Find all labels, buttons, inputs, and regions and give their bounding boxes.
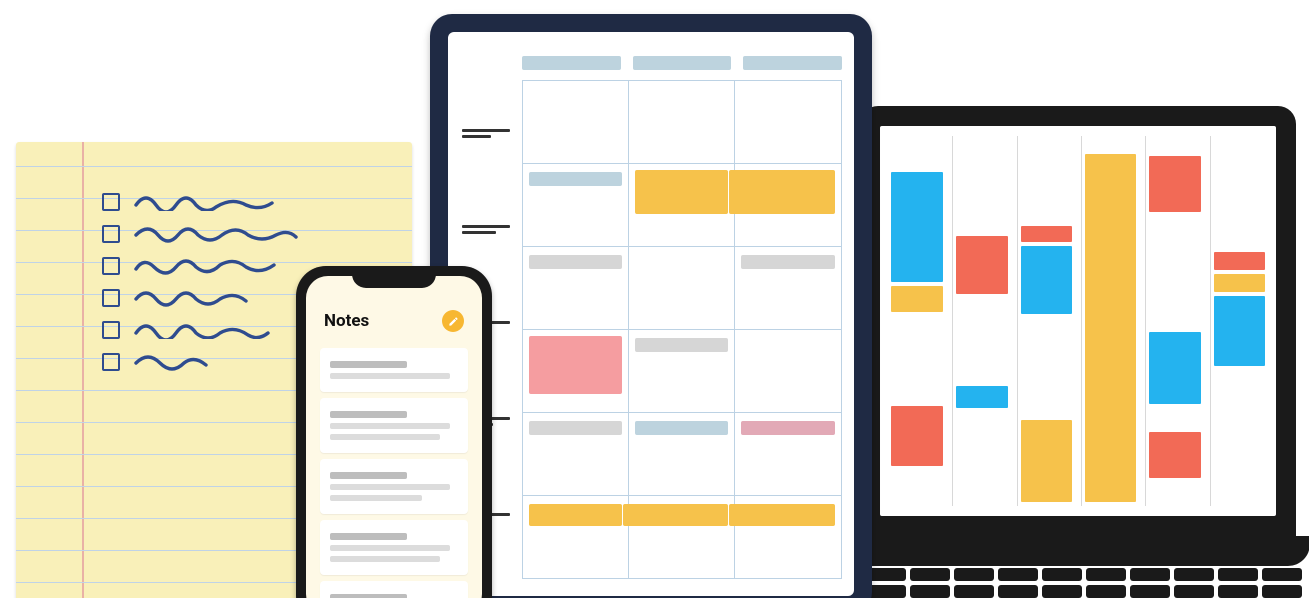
compose-icon[interactable]	[442, 310, 464, 332]
calendar-cell	[629, 164, 735, 247]
calendar-cell	[629, 247, 735, 330]
note-card[interactable]	[320, 581, 468, 598]
notes-app-title: Notes	[324, 311, 369, 331]
note-card[interactable]	[320, 348, 468, 392]
board-lane	[1145, 136, 1203, 506]
calendar-event	[741, 255, 835, 269]
calendar-event	[635, 170, 728, 214]
calendar-event	[529, 421, 622, 435]
checkbox-icon	[102, 225, 120, 243]
laptop	[860, 106, 1296, 596]
board-tile	[891, 406, 943, 466]
calendar-cell	[629, 330, 735, 413]
handwriting-line	[134, 225, 304, 243]
calendar-grid	[522, 80, 842, 579]
board-tile	[1021, 226, 1072, 242]
board-lane	[952, 136, 1010, 506]
board-tile	[956, 386, 1007, 408]
todo-item	[102, 218, 304, 250]
calendar-cell	[735, 413, 841, 496]
calendar-row-label	[462, 126, 510, 141]
board-tile	[1149, 432, 1200, 478]
tablet-screen	[448, 32, 854, 596]
laptop-keyboard	[822, 568, 1302, 598]
board-tile	[1214, 252, 1265, 270]
calendar-event	[729, 504, 835, 526]
board-lane	[1081, 136, 1139, 506]
calendar-day-header	[522, 56, 621, 70]
todo-item	[102, 250, 304, 282]
calendar-event	[741, 421, 835, 435]
phone-notch	[352, 266, 436, 288]
calendar-cell	[629, 81, 735, 164]
calendar	[522, 56, 842, 596]
note-card[interactable]	[320, 459, 468, 514]
todo-item	[102, 314, 304, 346]
legal-pad-margin	[82, 142, 84, 598]
calendar-event	[529, 172, 622, 186]
calendar-event	[529, 336, 622, 394]
tablet	[430, 14, 872, 598]
board-lane	[1017, 136, 1075, 506]
checkbox-icon	[102, 257, 120, 275]
board-tile	[1214, 296, 1265, 366]
schedule-board	[888, 136, 1268, 506]
board-lane	[888, 136, 946, 506]
checkbox-icon	[102, 289, 120, 307]
checkbox-icon	[102, 353, 120, 371]
calendar-cell	[735, 496, 841, 579]
calendar-cell	[735, 330, 841, 413]
calendar-header	[522, 56, 842, 70]
todo-item	[102, 186, 304, 218]
board-tile	[1085, 154, 1136, 502]
calendar-event	[529, 255, 622, 269]
calendar-cell	[735, 247, 841, 330]
laptop-base	[814, 536, 1309, 566]
board-lane	[1210, 136, 1268, 506]
calendar-event	[635, 421, 728, 435]
handwriting-line	[134, 289, 264, 307]
note-card[interactable]	[320, 520, 468, 575]
calendar-cell	[523, 330, 629, 413]
handwriting-line	[134, 321, 284, 339]
phone-screen: Notes	[306, 276, 482, 598]
phone: Notes	[296, 266, 492, 598]
board-tile	[1149, 156, 1200, 212]
calendar-row-label	[462, 222, 510, 237]
todo-list	[102, 186, 304, 378]
handwriting-line	[134, 257, 294, 275]
board-tile	[1021, 420, 1072, 502]
calendar-day-header	[743, 56, 842, 70]
calendar-day-header	[633, 56, 732, 70]
checkbox-icon	[102, 193, 120, 211]
calendar-cell	[523, 81, 629, 164]
calendar-cell	[523, 247, 629, 330]
board-tile	[1021, 246, 1072, 314]
calendar-cell	[735, 81, 841, 164]
laptop-screen	[880, 126, 1276, 516]
board-tile	[891, 172, 943, 282]
calendar-event	[623, 504, 728, 526]
illustration-stage: Notes	[0, 0, 1309, 598]
board-tile	[1214, 274, 1265, 292]
board-tile	[1149, 332, 1200, 404]
calendar-cell	[523, 496, 629, 579]
note-card[interactable]	[320, 398, 468, 453]
laptop-lid	[860, 106, 1296, 536]
calendar-cell	[629, 413, 735, 496]
calendar-event	[529, 504, 622, 526]
calendar-cell	[523, 164, 629, 247]
board-tile	[956, 236, 1007, 294]
todo-item	[102, 346, 304, 378]
calendar-cell	[735, 164, 841, 247]
handwriting-line	[134, 193, 284, 211]
calendar-cell	[629, 496, 735, 579]
calendar-event	[729, 170, 835, 214]
calendar-event	[635, 338, 728, 352]
checkbox-icon	[102, 321, 120, 339]
board-tile	[891, 286, 943, 312]
calendar-cell	[523, 413, 629, 496]
handwriting-line	[134, 353, 214, 371]
todo-item	[102, 282, 304, 314]
